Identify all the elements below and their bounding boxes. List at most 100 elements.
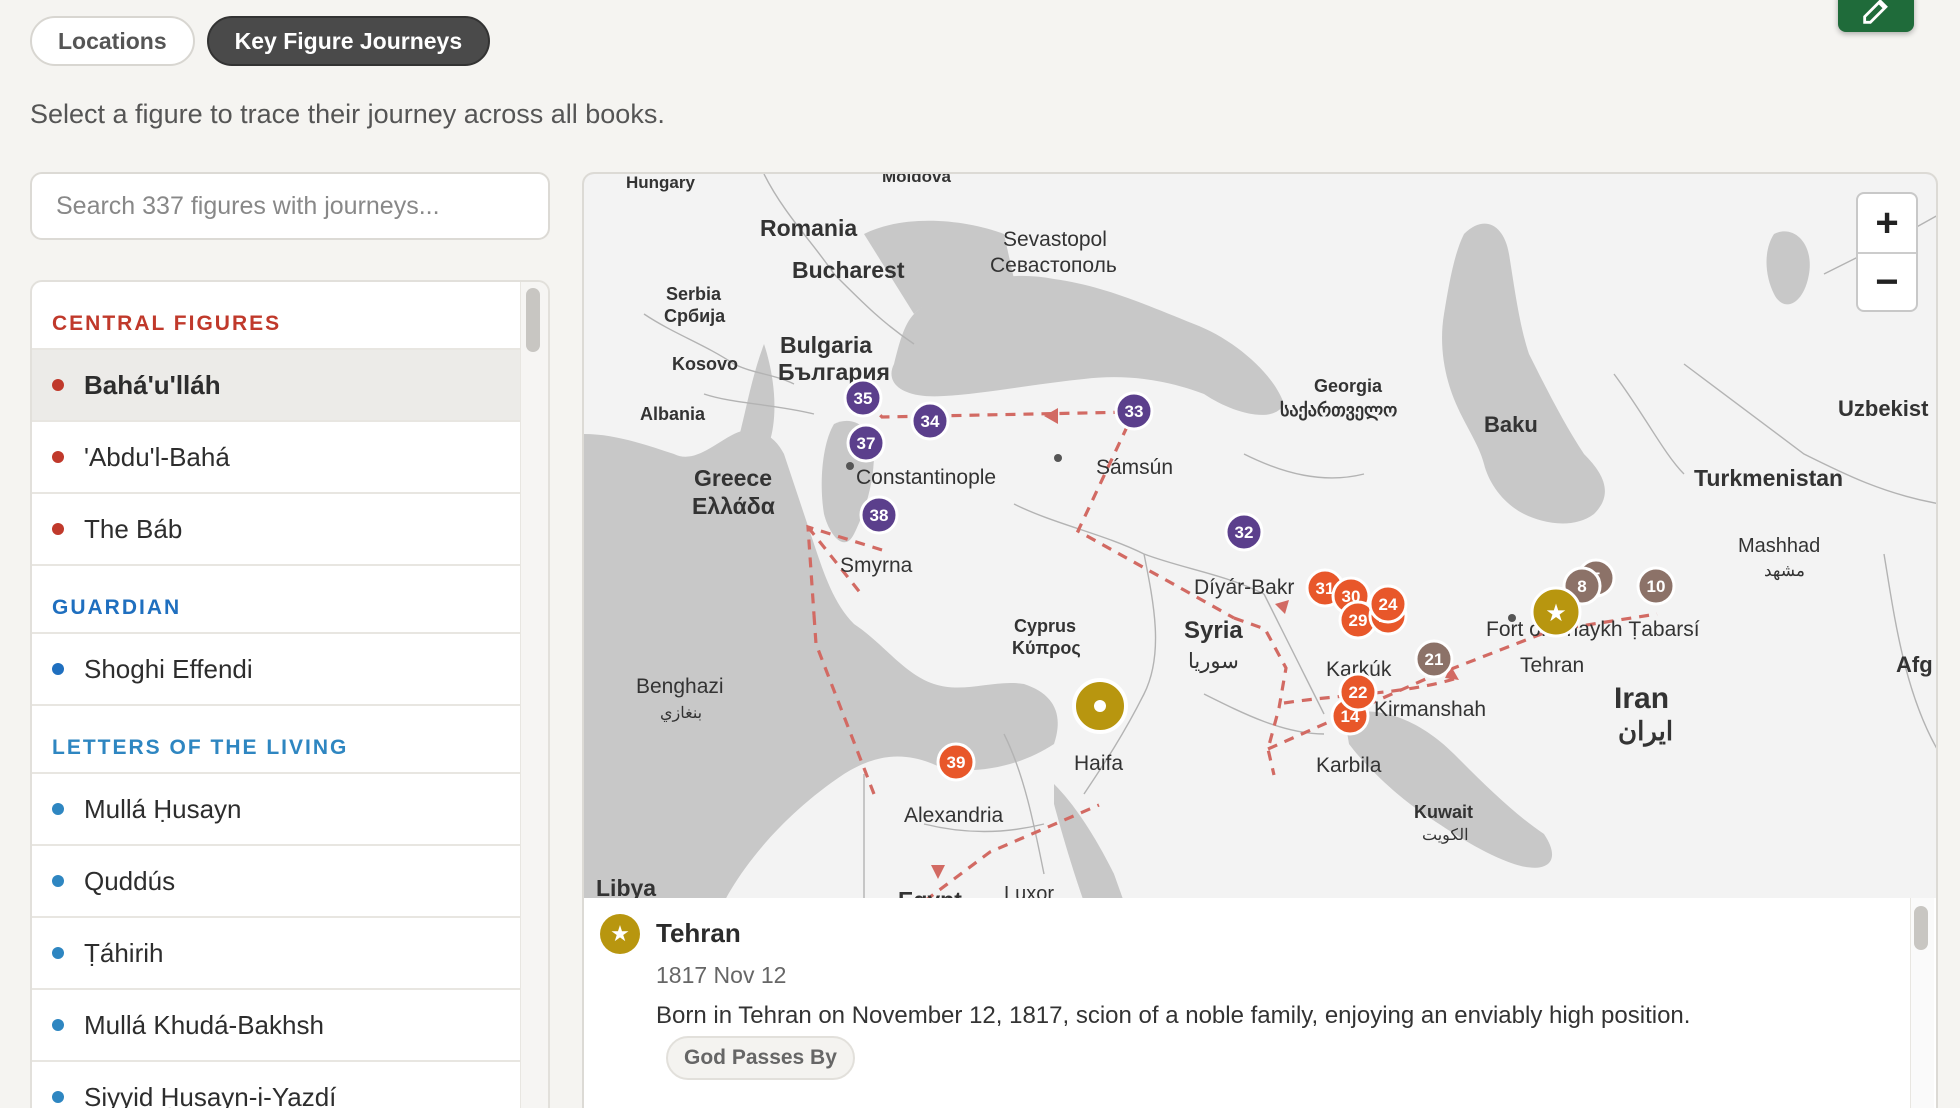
figure-name: Quddús bbox=[84, 865, 176, 896]
list-item[interactable]: Ṭáhirih bbox=[32, 918, 520, 990]
view-tabs: Locations Key Figure Journeys bbox=[30, 16, 491, 66]
tab-locations[interactable]: Locations bbox=[30, 16, 195, 66]
list-item[interactable]: Mullá Khudá-Bakhsh bbox=[32, 990, 520, 1062]
list-scroll-track[interactable] bbox=[520, 282, 548, 1108]
figure-search-input[interactable] bbox=[30, 172, 550, 240]
journey-marker[interactable]: 10 bbox=[1636, 566, 1676, 606]
list-item[interactable]: 'Abdu'l-Bahá bbox=[32, 422, 520, 494]
journey-marker[interactable]: 32 bbox=[1224, 512, 1264, 552]
category-dot bbox=[52, 451, 64, 463]
svg-text:8: 8 bbox=[1577, 577, 1586, 596]
svg-text:24: 24 bbox=[1379, 595, 1398, 614]
haifa-marker[interactable] bbox=[1072, 678, 1128, 734]
list-item[interactable]: The Báb bbox=[32, 494, 520, 566]
journey-marker[interactable]: 21 bbox=[1414, 639, 1454, 679]
stop-detail-panel: ★ Tehran 1817 Nov 12 Born in Tehran on N… bbox=[582, 898, 1938, 1108]
map-label-constantinople: Constantinople bbox=[856, 466, 996, 489]
group-title-central-figures: CENTRAL FIGURES bbox=[32, 282, 520, 350]
map-label-iran-local: ایران bbox=[1618, 716, 1673, 747]
svg-text:29: 29 bbox=[1349, 611, 1368, 630]
map-label-uzbekistan: Uzbekist bbox=[1838, 396, 1929, 421]
svg-text:39: 39 bbox=[947, 753, 966, 772]
map-label-bucharest: Bucharest bbox=[792, 257, 905, 283]
pencil-icon bbox=[1863, 0, 1888, 24]
list-scrollbar-thumb[interactable] bbox=[526, 288, 540, 352]
map-label-kuwait-local: الكويت bbox=[1422, 827, 1469, 844]
svg-text:10: 10 bbox=[1647, 577, 1666, 596]
tehran-star-marker[interactable]: ★ bbox=[1530, 586, 1582, 638]
map-label-cyprus: Cyprus bbox=[1014, 616, 1076, 636]
list-item[interactable]: Mullá Ḥusayn bbox=[32, 774, 520, 846]
list-item[interactable]: Siyyid Ḥusayn-i-Yazdí bbox=[32, 1062, 520, 1108]
category-dot bbox=[52, 1019, 64, 1031]
map-label-mashhad: Mashhad bbox=[1738, 535, 1820, 557]
figure-list: CENTRAL FIGURES Bahá'u'lláh 'Abdu'l-Bahá… bbox=[32, 282, 520, 1108]
category-dot bbox=[52, 875, 64, 887]
zoom-out-button[interactable]: − bbox=[1858, 252, 1916, 310]
list-item[interactable]: Shoghi Effendi bbox=[32, 634, 520, 706]
map-label-karbila: Karbila bbox=[1316, 754, 1382, 777]
map-label-diyar-bakr: Díyár-Bakr bbox=[1194, 576, 1294, 599]
category-dot bbox=[52, 379, 64, 391]
map-label-alexandria: Alexandria bbox=[904, 804, 1004, 827]
map-label-romania: Romania bbox=[760, 215, 857, 241]
map-label-greece-local: Ελλάδα bbox=[692, 493, 775, 519]
journey-marker[interactable]: 24 bbox=[1368, 584, 1408, 624]
journey-marker[interactable]: 22 bbox=[1338, 672, 1378, 712]
book-tag[interactable]: God Passes By bbox=[666, 1036, 855, 1080]
map-label-kirmanshah: Kirmanshah bbox=[1374, 698, 1486, 721]
figure-name: 'Abdu'l-Bahá bbox=[84, 441, 230, 472]
map-label-sevastopol-local: Севастополь bbox=[990, 254, 1117, 277]
map-label-bulgaria-local: България bbox=[778, 359, 890, 385]
journey-marker[interactable]: 35 bbox=[843, 378, 883, 418]
map-label-hungary: Hungary bbox=[626, 174, 696, 192]
list-item[interactable]: Quddús bbox=[32, 846, 520, 918]
journey-marker[interactable]: 39 bbox=[936, 742, 976, 782]
figure-name: The Báb bbox=[84, 513, 183, 544]
map-label-moldova: Moldova bbox=[882, 174, 951, 186]
stop-description: Born in Tehran on November 12, 1817, sci… bbox=[656, 1002, 1691, 1029]
map-label-benghazi: Benghazi bbox=[636, 675, 724, 698]
figure-name: Mullá Ḥusayn bbox=[84, 793, 242, 824]
map-label-kosovo: Kosovo bbox=[672, 354, 738, 374]
edit-button[interactable] bbox=[1838, 0, 1914, 32]
star-icon: ★ bbox=[600, 914, 640, 954]
map-label-libya: Libya bbox=[596, 875, 656, 900]
journey-marker[interactable]: 38 bbox=[859, 495, 899, 535]
map-label-serbia-local: Србија bbox=[664, 306, 726, 326]
journey-marker[interactable]: 33 bbox=[1114, 391, 1154, 431]
zoom-in-button[interactable]: + bbox=[1858, 194, 1916, 252]
svg-text:22: 22 bbox=[1349, 683, 1368, 702]
map-label-benghazi-local: بنغازي bbox=[660, 705, 702, 722]
category-dot bbox=[52, 523, 64, 535]
svg-text:34: 34 bbox=[921, 412, 940, 431]
detail-scrollbar-thumb[interactable] bbox=[1914, 906, 1928, 950]
category-dot bbox=[52, 947, 64, 959]
figure-name: Mullá Khudá-Bakhsh bbox=[84, 1009, 324, 1040]
map-label-sevastopol: Sevastopol bbox=[1003, 228, 1107, 251]
list-item[interactable]: Bahá'u'lláh bbox=[32, 350, 520, 422]
map-canvas[interactable]: Hungary Moldova Romania Bucharest Sevast… bbox=[584, 174, 1938, 900]
figure-name: Ṭáhirih bbox=[84, 937, 164, 968]
svg-text:21: 21 bbox=[1425, 650, 1444, 669]
tab-key-figure-journeys[interactable]: Key Figure Journeys bbox=[206, 16, 491, 66]
stop-title: Tehran bbox=[656, 918, 741, 948]
svg-text:37: 37 bbox=[857, 434, 876, 453]
category-dot bbox=[52, 663, 64, 675]
journey-map[interactable]: Hungary Moldova Romania Bucharest Sevast… bbox=[582, 172, 1938, 900]
map-label-georgia: Georgia bbox=[1314, 376, 1383, 396]
figure-name: Shoghi Effendi bbox=[84, 653, 253, 684]
category-dot bbox=[52, 803, 64, 815]
map-label-greece: Greece bbox=[694, 465, 772, 491]
journey-marker[interactable]: 34 bbox=[910, 401, 950, 441]
journey-marker[interactable]: 37 bbox=[846, 423, 886, 463]
svg-text:38: 38 bbox=[870, 506, 889, 525]
map-label-iran: Iran bbox=[1614, 682, 1669, 715]
zoom-controls: + − bbox=[1856, 192, 1918, 312]
map-label-syria: Syria bbox=[1184, 617, 1243, 644]
map-label-bulgaria: Bulgaria bbox=[780, 332, 872, 358]
stop-date: 1817 Nov 12 bbox=[656, 962, 787, 988]
group-title-guardian: GUARDIAN bbox=[32, 566, 520, 634]
svg-text:35: 35 bbox=[854, 389, 873, 408]
map-label-samsun: Sámsún bbox=[1096, 456, 1173, 479]
